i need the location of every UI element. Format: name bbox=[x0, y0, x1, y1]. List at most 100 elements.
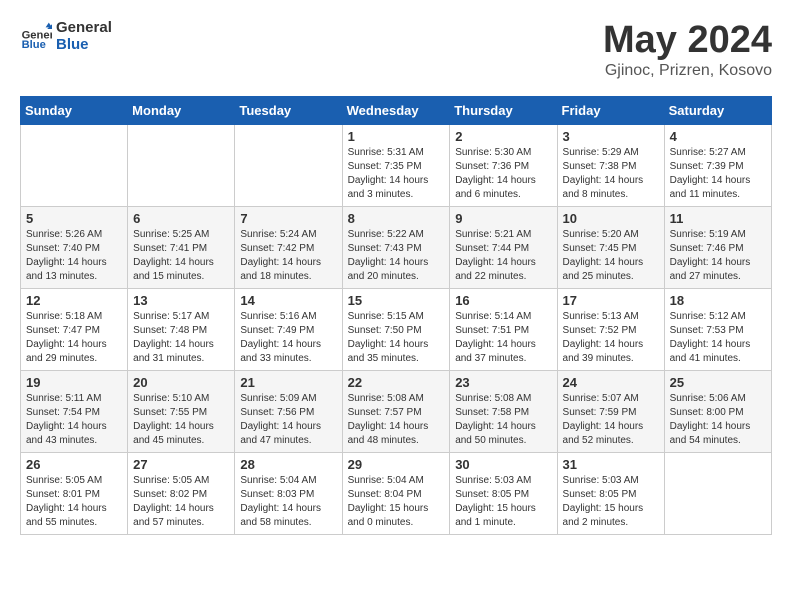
day-number: 17 bbox=[563, 293, 659, 308]
cell-info: Sunset: 8:05 PM bbox=[563, 488, 659, 502]
day-number: 27 bbox=[133, 457, 229, 472]
calendar-cell: 21Sunrise: 5:09 AMSunset: 7:56 PMDayligh… bbox=[235, 370, 342, 452]
cell-info: Daylight: 14 hours bbox=[563, 256, 659, 270]
cell-info: Daylight: 14 hours bbox=[26, 502, 122, 516]
cell-info: Daylight: 14 hours bbox=[455, 338, 551, 352]
weekday-header-friday: Friday bbox=[557, 96, 664, 124]
cell-info: Sunset: 7:48 PM bbox=[133, 324, 229, 338]
cell-info: Daylight: 14 hours bbox=[563, 338, 659, 352]
cell-info: and 52 minutes. bbox=[563, 434, 659, 448]
day-number: 3 bbox=[563, 129, 659, 144]
weekday-header-thursday: Thursday bbox=[450, 96, 557, 124]
cell-info: Sunrise: 5:26 AM bbox=[26, 228, 122, 242]
cell-info: Sunrise: 5:08 AM bbox=[348, 392, 445, 406]
cell-info: Sunrise: 5:03 AM bbox=[563, 474, 659, 488]
cell-info: and 48 minutes. bbox=[348, 434, 445, 448]
cell-info: Sunrise: 5:27 AM bbox=[670, 146, 766, 160]
cell-info: Sunrise: 5:10 AM bbox=[133, 392, 229, 406]
calendar-cell bbox=[235, 124, 342, 206]
cell-info: Sunset: 8:00 PM bbox=[670, 406, 766, 420]
day-number: 8 bbox=[348, 211, 445, 226]
cell-info: and 39 minutes. bbox=[563, 352, 659, 366]
calendar-cell: 20Sunrise: 5:10 AMSunset: 7:55 PMDayligh… bbox=[128, 370, 235, 452]
calendar-cell: 14Sunrise: 5:16 AMSunset: 7:49 PMDayligh… bbox=[235, 288, 342, 370]
cell-info: and 57 minutes. bbox=[133, 516, 229, 530]
weekday-header-tuesday: Tuesday bbox=[235, 96, 342, 124]
calendar-cell: 25Sunrise: 5:06 AMSunset: 8:00 PMDayligh… bbox=[664, 370, 771, 452]
cell-info: Daylight: 14 hours bbox=[563, 420, 659, 434]
calendar-week-4: 19Sunrise: 5:11 AMSunset: 7:54 PMDayligh… bbox=[21, 370, 772, 452]
calendar-cell: 22Sunrise: 5:08 AMSunset: 7:57 PMDayligh… bbox=[342, 370, 450, 452]
svg-text:Blue: Blue bbox=[22, 39, 46, 51]
weekday-header-saturday: Saturday bbox=[664, 96, 771, 124]
cell-info: Sunset: 8:05 PM bbox=[455, 488, 551, 502]
cell-info: Sunrise: 5:30 AM bbox=[455, 146, 551, 160]
cell-info: Sunrise: 5:08 AM bbox=[455, 392, 551, 406]
calendar-cell: 4Sunrise: 5:27 AMSunset: 7:39 PMDaylight… bbox=[664, 124, 771, 206]
cell-info: Sunset: 8:02 PM bbox=[133, 488, 229, 502]
day-number: 7 bbox=[240, 211, 336, 226]
day-number: 21 bbox=[240, 375, 336, 390]
day-number: 31 bbox=[563, 457, 659, 472]
cell-info: Sunrise: 5:18 AM bbox=[26, 310, 122, 324]
calendar-cell: 9Sunrise: 5:21 AMSunset: 7:44 PMDaylight… bbox=[450, 206, 557, 288]
cell-info: Daylight: 14 hours bbox=[240, 256, 336, 270]
calendar-cell: 12Sunrise: 5:18 AMSunset: 7:47 PMDayligh… bbox=[21, 288, 128, 370]
cell-info: Daylight: 14 hours bbox=[563, 174, 659, 188]
cell-info: Daylight: 14 hours bbox=[26, 338, 122, 352]
cell-info: and 29 minutes. bbox=[26, 352, 122, 366]
cell-info: and 3 minutes. bbox=[348, 188, 445, 202]
cell-info: and 37 minutes. bbox=[455, 352, 551, 366]
calendar-cell: 27Sunrise: 5:05 AMSunset: 8:02 PMDayligh… bbox=[128, 452, 235, 534]
cell-info: Daylight: 14 hours bbox=[133, 502, 229, 516]
cell-info: Sunset: 7:42 PM bbox=[240, 242, 336, 256]
day-number: 9 bbox=[455, 211, 551, 226]
calendar-week-3: 12Sunrise: 5:18 AMSunset: 7:47 PMDayligh… bbox=[21, 288, 772, 370]
cell-info: Sunrise: 5:06 AM bbox=[670, 392, 766, 406]
calendar-cell: 18Sunrise: 5:12 AMSunset: 7:53 PMDayligh… bbox=[664, 288, 771, 370]
cell-info: and 22 minutes. bbox=[455, 270, 551, 284]
calendar-cell: 8Sunrise: 5:22 AMSunset: 7:43 PMDaylight… bbox=[342, 206, 450, 288]
cell-info: and 15 minutes. bbox=[133, 270, 229, 284]
cell-info: Daylight: 14 hours bbox=[348, 174, 445, 188]
cell-info: and 25 minutes. bbox=[563, 270, 659, 284]
calendar-week-1: 1Sunrise: 5:31 AMSunset: 7:35 PMDaylight… bbox=[21, 124, 772, 206]
day-number: 4 bbox=[670, 129, 766, 144]
calendar-cell: 17Sunrise: 5:13 AMSunset: 7:52 PMDayligh… bbox=[557, 288, 664, 370]
day-number: 16 bbox=[455, 293, 551, 308]
calendar-cell: 11Sunrise: 5:19 AMSunset: 7:46 PMDayligh… bbox=[664, 206, 771, 288]
cell-info: Sunset: 7:54 PM bbox=[26, 406, 122, 420]
day-number: 15 bbox=[348, 293, 445, 308]
calendar-cell: 26Sunrise: 5:05 AMSunset: 8:01 PMDayligh… bbox=[21, 452, 128, 534]
calendar-cell: 2Sunrise: 5:30 AMSunset: 7:36 PMDaylight… bbox=[450, 124, 557, 206]
cell-info: Daylight: 14 hours bbox=[455, 174, 551, 188]
cell-info: and 35 minutes. bbox=[348, 352, 445, 366]
cell-info: Sunset: 7:36 PM bbox=[455, 160, 551, 174]
day-number: 13 bbox=[133, 293, 229, 308]
cell-info: Daylight: 14 hours bbox=[348, 420, 445, 434]
cell-info: Daylight: 15 hours bbox=[563, 502, 659, 516]
day-number: 6 bbox=[133, 211, 229, 226]
calendar-cell: 10Sunrise: 5:20 AMSunset: 7:45 PMDayligh… bbox=[557, 206, 664, 288]
page-header: General Blue General Blue May 2024 Gjino… bbox=[20, 20, 772, 80]
cell-info: Sunrise: 5:31 AM bbox=[348, 146, 445, 160]
cell-info: and 8 minutes. bbox=[563, 188, 659, 202]
cell-info: Sunset: 7:46 PM bbox=[670, 242, 766, 256]
cell-info: Daylight: 14 hours bbox=[455, 420, 551, 434]
calendar-week-5: 26Sunrise: 5:05 AMSunset: 8:01 PMDayligh… bbox=[21, 452, 772, 534]
day-number: 18 bbox=[670, 293, 766, 308]
weekday-header-monday: Monday bbox=[128, 96, 235, 124]
cell-info: and 41 minutes. bbox=[670, 352, 766, 366]
calendar-cell: 5Sunrise: 5:26 AMSunset: 7:40 PMDaylight… bbox=[21, 206, 128, 288]
cell-info: Sunset: 7:45 PM bbox=[563, 242, 659, 256]
cell-info: Sunset: 7:43 PM bbox=[348, 242, 445, 256]
cell-info: Sunrise: 5:22 AM bbox=[348, 228, 445, 242]
cell-info: and 11 minutes. bbox=[670, 188, 766, 202]
day-number: 28 bbox=[240, 457, 336, 472]
cell-info: and 31 minutes. bbox=[133, 352, 229, 366]
cell-info: Sunrise: 5:09 AM bbox=[240, 392, 336, 406]
cell-info: and 54 minutes. bbox=[670, 434, 766, 448]
cell-info: Sunset: 8:04 PM bbox=[348, 488, 445, 502]
cell-info: Daylight: 15 hours bbox=[348, 502, 445, 516]
cell-info: Sunrise: 5:17 AM bbox=[133, 310, 229, 324]
